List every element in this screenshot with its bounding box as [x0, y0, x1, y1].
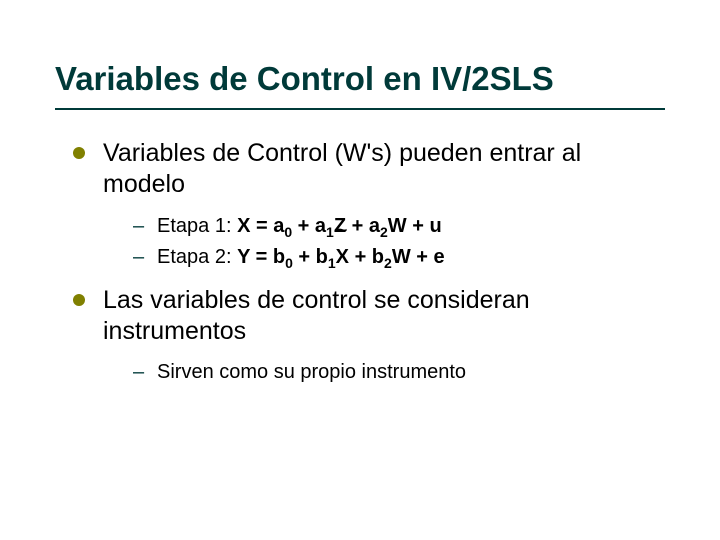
- sub-list: Etapa 1: X = a0 + a1Z + a2W + u Etapa 2:…: [133, 213, 665, 271]
- bullet-item: Variables de Control (W's) pueden entrar…: [65, 138, 665, 271]
- sub-label: Etapa 1:: [157, 215, 237, 237]
- sub-item-stage2: Etapa 2: Y = b0 + b1X + b2W + e: [133, 244, 665, 271]
- slide: Variables de Control en IV/2SLS Variable…: [0, 0, 720, 540]
- sub-item-stage1: Etapa 1: X = a0 + a1Z + a2W + u: [133, 213, 665, 240]
- slide-title: Variables de Control en IV/2SLS: [55, 60, 665, 110]
- sub-text: Sirven como su propio instrumento: [157, 361, 466, 383]
- bullet-list: Variables de Control (W's) pueden entrar…: [65, 138, 665, 386]
- bullet-item: Las variables de control se consideran i…: [65, 285, 665, 387]
- sub-item-plain: Sirven como su propio instrumento: [133, 359, 665, 386]
- sub-label: Etapa 2:: [157, 246, 237, 268]
- sub-list: Sirven como su propio instrumento: [133, 359, 665, 386]
- bullet-text: Variables de Control (W's) pueden entrar…: [103, 139, 581, 198]
- bullet-text: Las variables de control se consideran i…: [103, 286, 530, 345]
